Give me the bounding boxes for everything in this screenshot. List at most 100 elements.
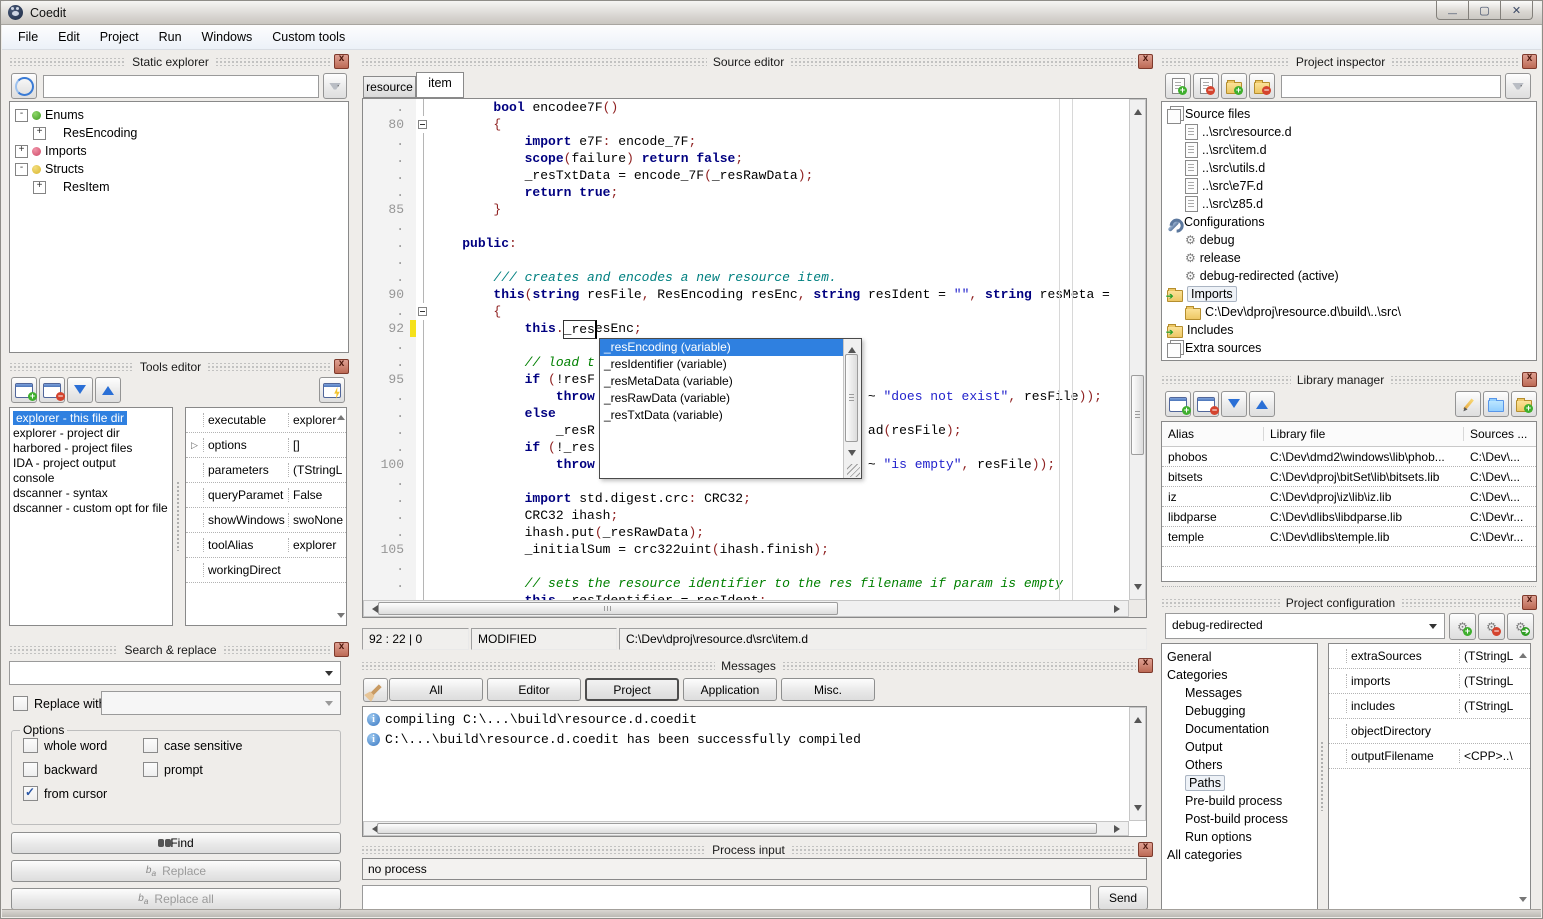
remove-library-button[interactable]: − (1193, 391, 1219, 417)
clear-inspector-filter-button[interactable] (1505, 73, 1531, 99)
category-item[interactable]: All categories (1162, 846, 1317, 864)
menu-item[interactable]: File (8, 27, 48, 47)
project-tree-item[interactable]: ⚙ debug-redirected (active) (1162, 267, 1536, 285)
title-bar[interactable]: Coedit (1, 1, 1542, 25)
library-from-project-button[interactable] (1483, 391, 1509, 417)
remove-tool-button[interactable]: − (39, 377, 65, 403)
backward-option[interactable]: backward (23, 762, 98, 777)
property-expander[interactable] (186, 440, 203, 451)
category-item[interactable]: Output (1162, 738, 1317, 756)
add-configuration-button[interactable]: ⚙+ (1449, 613, 1476, 640)
category-item[interactable]: Run options (1162, 828, 1317, 846)
search-term-combo[interactable] (9, 661, 341, 685)
filter-editor-button[interactable]: Editor (487, 678, 581, 701)
run-tool-button[interactable] (319, 377, 345, 403)
fold-gutter[interactable] (416, 252, 431, 269)
popup-resize-grip[interactable] (847, 464, 860, 477)
message-row[interactable]: i compiling C:\...\build\resource.d.coed… (363, 709, 1129, 729)
prompt-checkbox[interactable] (143, 762, 158, 777)
hscroll-thumb[interactable] (378, 602, 838, 615)
fold-gutter[interactable] (416, 303, 431, 320)
column-header[interactable]: Library file (1264, 427, 1464, 441)
symbol-tree-item[interactable]: Structs (10, 160, 348, 178)
scroll-up-icon[interactable] (1134, 105, 1142, 115)
menu-item[interactable]: Run (149, 27, 192, 47)
column-header[interactable]: Alias (1162, 427, 1264, 441)
property-row[interactable]: parameters (TStringL (186, 458, 346, 483)
project-tree-item[interactable]: ..\src\e7F.d (1162, 177, 1536, 195)
add-file-button[interactable]: + (1165, 73, 1191, 99)
library-row[interactable]: bitsets C:\Dev\dproj\bitSet\lib\bitsets.… (1162, 467, 1536, 487)
scroll-left-icon[interactable] (368, 605, 378, 613)
fold-gutter[interactable] (416, 524, 431, 541)
from-cursor-checkbox[interactable] (23, 786, 38, 801)
property-row[interactable]: showWindows swoNone (186, 508, 346, 533)
fold-gutter[interactable] (416, 388, 431, 405)
category-item[interactable]: Others (1162, 756, 1317, 774)
add-library-button[interactable]: + (1165, 391, 1191, 417)
process-input-field[interactable] (362, 885, 1091, 911)
move-tool-down-button[interactable] (67, 377, 93, 403)
fold-gutter[interactable] (416, 371, 431, 388)
menu-item[interactable]: Custom tools (262, 27, 355, 47)
replace-with-checkbox[interactable] (13, 696, 28, 711)
completion-item[interactable]: _resTxtData (variable) (600, 407, 844, 424)
project-tree-item[interactable]: ..\src\z85.d (1162, 195, 1536, 213)
from-cursor-option[interactable]: from cursor (23, 786, 107, 801)
project-tree-item[interactable]: Configurations (1162, 213, 1536, 231)
tools-list-item[interactable]: explorer - project dir (10, 425, 172, 440)
category-item[interactable]: Paths (1162, 774, 1317, 792)
expander-icon[interactable] (15, 109, 28, 122)
project-tree-item[interactable]: ⚙ release (1162, 249, 1536, 267)
category-item[interactable]: Debugging (1162, 702, 1317, 720)
category-item[interactable]: Categories (1162, 666, 1317, 684)
fold-gutter[interactable] (416, 99, 431, 116)
symbol-tree-item[interactable]: ResItem (10, 178, 348, 196)
scroll-down-icon[interactable] (1134, 805, 1142, 815)
category-item[interactable]: Pre-build process (1162, 792, 1317, 810)
symbol-tree-item[interactable]: Enums (10, 106, 348, 124)
fold-gutter[interactable] (416, 439, 431, 456)
add-library-folder-button[interactable]: + (1511, 391, 1537, 417)
find-button[interactable]: Find (11, 832, 341, 854)
fold-gutter[interactable] (416, 592, 431, 600)
menu-item[interactable]: Project (90, 27, 149, 47)
expander-icon[interactable] (33, 127, 46, 140)
property-value[interactable]: explorer (288, 538, 346, 552)
expander-icon[interactable] (15, 145, 28, 158)
send-button[interactable]: Send (1098, 886, 1148, 910)
fold-gutter[interactable] (416, 320, 431, 337)
replace-with-checkbox-row[interactable]: Replace with (13, 696, 106, 711)
property-row[interactable]: workingDirect (186, 558, 346, 583)
completion-item[interactable]: _resMetaData (variable) (600, 373, 844, 390)
close-panel-icon[interactable] (334, 54, 349, 69)
expander-icon[interactable] (15, 163, 28, 176)
category-item[interactable]: Messages (1162, 684, 1317, 702)
project-tree-item[interactable]: ..\src\resource.d (1162, 123, 1536, 141)
scroll-right-icon[interactable] (1114, 605, 1124, 613)
property-row[interactable]: queryParamet False (186, 483, 346, 508)
property-row[interactable]: imports (TStringL (1329, 669, 1530, 694)
property-row[interactable]: executable explorer (186, 408, 346, 433)
messages-hscrollbar[interactable] (363, 821, 1129, 836)
fold-gutter[interactable] (416, 575, 431, 592)
scroll-up-icon[interactable] (848, 343, 856, 353)
fold-gutter[interactable] (416, 456, 431, 473)
project-tree-item[interactable]: Imports (1162, 285, 1536, 303)
tools-list-item[interactable]: dscanner - syntax (10, 485, 172, 500)
project-tree-item[interactable]: ..\src\utils.d (1162, 159, 1536, 177)
remove-folder-button[interactable]: − (1249, 73, 1275, 99)
property-value[interactable]: False (288, 488, 346, 502)
tools-list-item[interactable]: dscanner - custom opt for file (10, 500, 172, 515)
column-header[interactable]: Sources ... (1464, 427, 1536, 441)
completion-item[interactable]: _resEncoding (variable) (600, 339, 844, 356)
symbol-filter-input[interactable] (43, 75, 319, 98)
property-value[interactable]: (TStringL (288, 463, 346, 477)
project-tree-item[interactable]: ⚙ debug (1162, 231, 1536, 249)
library-row[interactable]: phobos C:\Dev\dmd2\windows\lib\phob... C… (1162, 447, 1536, 467)
close-button[interactable] (1501, 1, 1533, 20)
property-row[interactable]: objectDirectory (1329, 719, 1530, 744)
close-panel-icon[interactable] (1138, 842, 1153, 857)
close-panel-icon[interactable] (334, 359, 349, 374)
fold-gutter[interactable] (416, 133, 431, 150)
